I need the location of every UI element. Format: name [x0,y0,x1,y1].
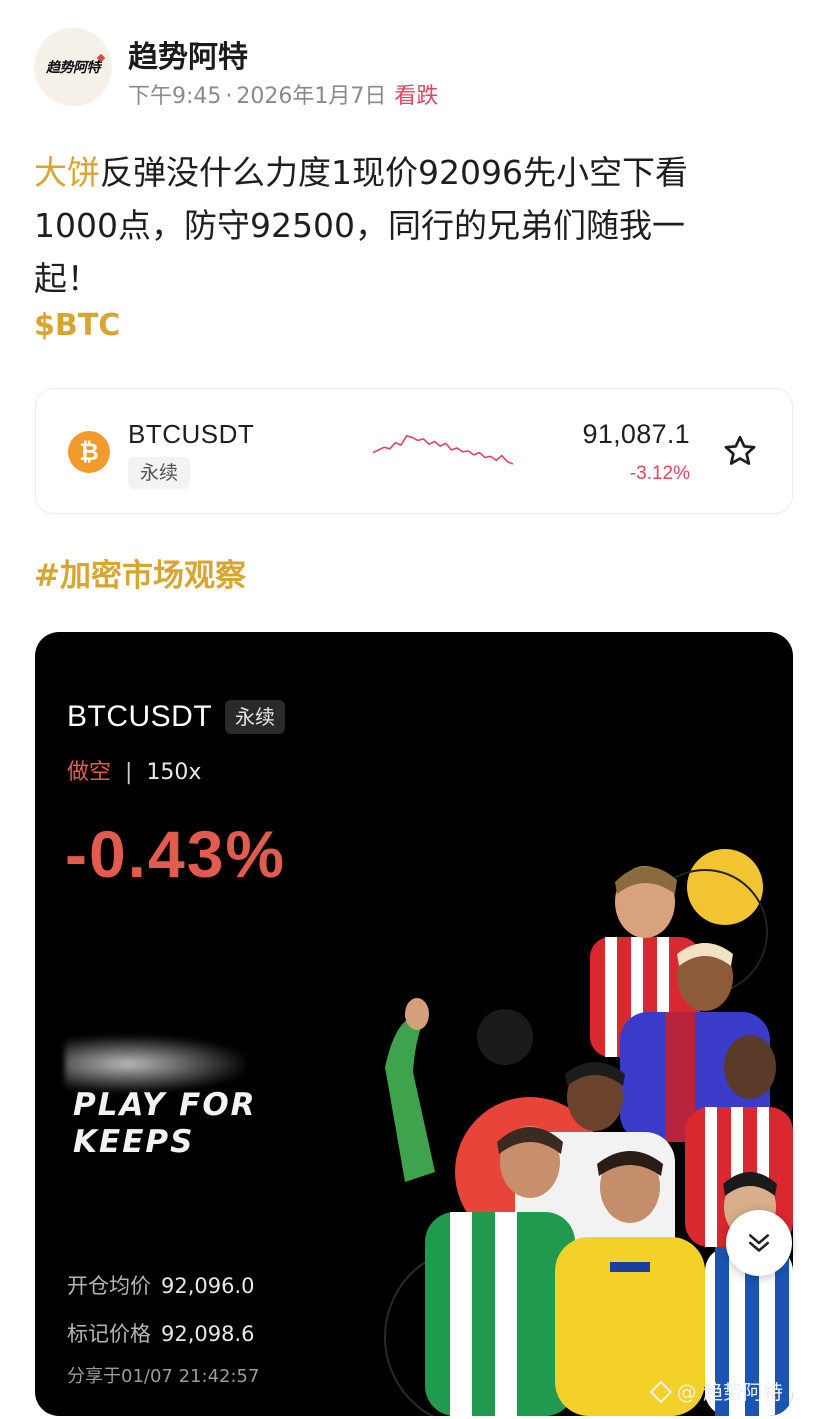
dark-circle [477,1009,533,1065]
blurred-logo [65,1036,245,1092]
ticker-card[interactable]: ₿ BTCUSDT 永续 91,087.1 -3.12% [35,388,793,514]
promo-line-2: KEEPS [73,1124,195,1160]
entry-price-value: 92,096.0 [161,1274,255,1298]
bitcoin-icon: ₿ [68,431,110,473]
card-symbol: BTCUSDT [67,700,213,733]
post-text-line-2: 1000点，防守92500，同行的兄弟们随我一 [34,206,685,245]
ticker-change: -3.12% [629,463,690,484]
card-side-leverage: 做空 | 150x [67,754,201,786]
avatar-logo-text: 趋势阿特 [46,57,101,77]
card-side: 做空 [67,760,112,785]
meta-dot: · [225,84,233,109]
promo-line-1: PLAY FOR [73,1087,257,1123]
double-chevron-down-icon [749,1234,769,1252]
author-name[interactable]: 趋势阿特 [128,32,248,76]
ticker-price: 91,087.1 [582,419,690,449]
mark-price-label: 标记价格 [67,1322,151,1346]
card-pnl: -0.43% [65,817,287,891]
entry-price-row: 开仓均价 92,096.0 [67,1270,255,1300]
post-header: 趋势阿特 趋势阿特 下午9:45 · 2026年1月7日 看跌 [34,28,794,110]
cashtag-link[interactable]: $BTC [34,308,120,343]
ticker-type-chip: 永续 [128,457,191,489]
sentiment-badge: 看跌 [394,84,439,109]
avatar[interactable]: 趋势阿特 [34,28,112,106]
shared-timestamp: 分享于01/07 21:42:57 [67,1366,260,1387]
post-body: 大饼反弹没什么力度1现价92096先小空下看 1000点，防守92500，同行的… [34,146,754,305]
binance-square-icon [649,1380,672,1404]
card-leverage: 150x [146,760,202,785]
entry-price-label: 开仓均价 [67,1274,151,1298]
highlight-keyword[interactable]: 大饼 [34,153,100,192]
post-text-line-1: 反弹没什么力度1现价92096先小空下看 [100,153,688,192]
post-meta: 下午9:45 · 2026年1月7日 看跌 [128,78,438,110]
scroll-down-button[interactable] [726,1210,792,1276]
price-sparkline [372,434,514,465]
mark-price-value: 92,098.6 [161,1322,255,1346]
mark-price-row: 标记价格 92,098.6 [67,1318,255,1348]
ticker-symbol: BTCUSDT [128,419,255,449]
yellow-circle [687,849,763,925]
watermark: @ 趋势阿特 [649,1376,783,1405]
topic-hashtag[interactable]: #加密市场观察 [34,550,246,595]
post-text-line-3: 起！ [34,259,100,298]
football-players-artwork [384,849,793,1416]
star-outline-icon[interactable] [722,433,758,469]
watermark-text: @ 趋势阿特 [676,1380,783,1404]
post-time: 下午9:45 [128,84,222,109]
card-type-chip: 永续 [225,700,285,734]
post-date: 2026年1月7日 [236,84,387,109]
card-divider: | [125,760,133,785]
position-share-image[interactable]: BTCUSDT 永续 做空 | 150x -0.43% PLAY FOR KEEPS [35,632,793,1416]
